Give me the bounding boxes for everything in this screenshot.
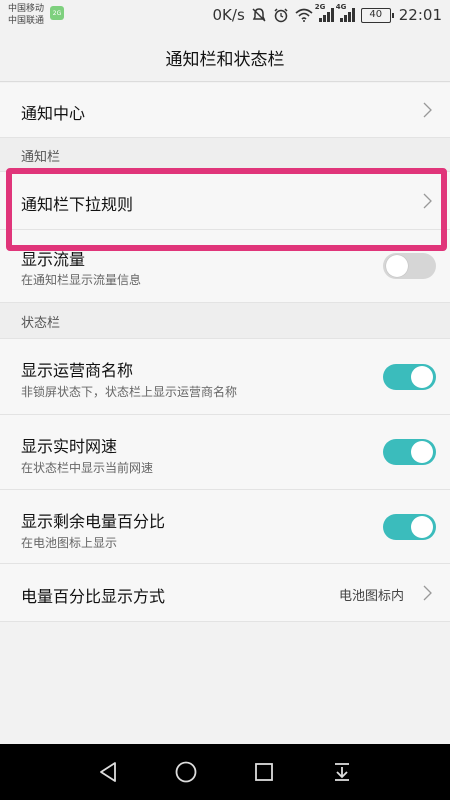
show-traffic-toggle[interactable] — [383, 253, 436, 279]
sim-badge-icon: 2G — [50, 6, 64, 20]
show-traffic-label: 显示流量 — [21, 250, 86, 269]
section-header-status: 状态栏 — [0, 303, 450, 339]
toggle-knob — [386, 255, 408, 277]
alarm-icon — [273, 7, 289, 23]
notification-pull-icon[interactable] — [330, 760, 354, 784]
show-carrier-name-toggle[interactable] — [383, 364, 436, 390]
show-carrier-name-sub: 非锁屏状态下，状态栏上显示运营商名称 — [21, 385, 238, 399]
status-icons: 0K/s 2G 4G 40 22:01 — [213, 0, 442, 30]
show-battery-percent-label: 显示剩余电量百分比 — [21, 512, 166, 531]
status-bar: 中国移动 中国联通 2G 0K/s 2G 4G 40 22:01 — [0, 0, 450, 32]
signal-icon: 2G — [315, 3, 334, 22]
show-net-speed-label: 显示实时网速 — [21, 437, 118, 456]
wifi-icon — [295, 8, 313, 22]
toggle-knob — [411, 516, 433, 538]
recents-icon[interactable] — [252, 760, 276, 784]
section-header-notification: 通知栏 — [0, 138, 450, 172]
clock: 22:01 — [398, 6, 442, 24]
toggle-knob — [411, 366, 433, 388]
notification-pulldown-rule-label: 通知栏下拉规则 — [21, 195, 134, 214]
toggle-knob — [411, 441, 433, 463]
chevron-right-icon — [423, 193, 432, 209]
show-net-speed-toggle[interactable] — [383, 439, 436, 465]
notification-pulldown-rule-row[interactable]: 通知栏下拉规则 — [0, 172, 450, 230]
show-carrier-name-row[interactable]: 显示运营商名称 非锁屏状态下，状态栏上显示运营商名称 — [0, 339, 450, 415]
show-net-speed-row[interactable]: 显示实时网速 在状态栏中显示当前网速 — [0, 415, 450, 490]
navigation-bar — [0, 744, 450, 800]
notification-center-label: 通知中心 — [21, 104, 86, 123]
show-net-speed-sub: 在状态栏中显示当前网速 — [21, 461, 154, 475]
back-icon[interactable] — [97, 760, 121, 784]
section-label: 通知栏 — [21, 150, 61, 165]
show-traffic-row[interactable]: 显示流量 在通知栏显示流量信息 — [0, 230, 450, 303]
notification-center-row[interactable]: 通知中心 — [0, 83, 450, 138]
home-icon[interactable] — [174, 760, 198, 784]
net-speed: 0K/s — [212, 6, 245, 24]
carrier-1: 中国移动 — [8, 4, 45, 14]
no-notification-icon — [251, 7, 267, 23]
section-label: 状态栏 — [21, 316, 61, 331]
battery-percent-style-label: 电量百分比显示方式 — [21, 587, 166, 606]
battery-percent-style-value: 电池图标内 — [338, 589, 404, 604]
show-battery-percent-sub: 在电池图标上显示 — [21, 536, 118, 550]
chevron-right-icon — [423, 585, 432, 601]
battery-icon: 40 — [360, 7, 394, 23]
title-bar: 通知栏和状态栏 — [0, 32, 450, 82]
battery-percent-style-row[interactable]: 电量百分比显示方式 电池图标内 — [0, 564, 450, 622]
signal-icon: 4G — [336, 3, 355, 22]
show-battery-percent-toggle[interactable] — [383, 514, 436, 540]
chevron-right-icon — [423, 102, 432, 118]
show-battery-percent-row[interactable]: 显示剩余电量百分比 在电池图标上显示 — [0, 490, 450, 564]
show-traffic-sub: 在通知栏显示流量信息 — [21, 273, 142, 287]
carrier-2: 中国联通 — [8, 16, 45, 26]
carrier-names: 中国移动 中国联通 — [8, 3, 44, 27]
show-carrier-name-label: 显示运营商名称 — [21, 361, 134, 380]
page-title: 通知栏和状态栏 — [165, 50, 285, 70]
